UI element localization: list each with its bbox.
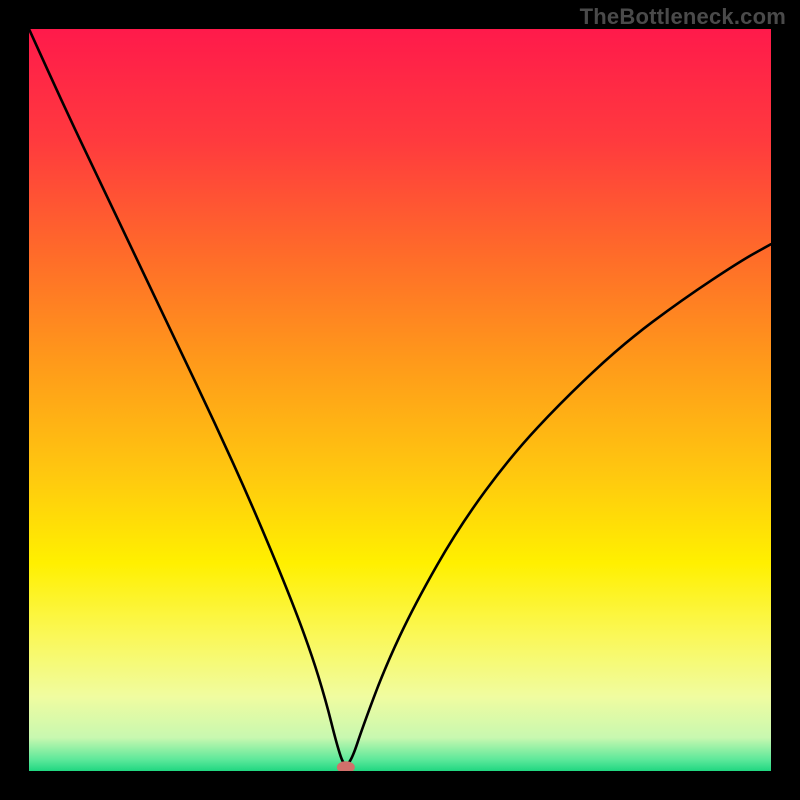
- plot-area: [29, 29, 771, 771]
- chart-svg: [29, 29, 771, 771]
- chart-frame: TheBottleneck.com: [0, 0, 800, 800]
- watermark-text: TheBottleneck.com: [580, 4, 786, 30]
- gradient-background: [29, 29, 771, 771]
